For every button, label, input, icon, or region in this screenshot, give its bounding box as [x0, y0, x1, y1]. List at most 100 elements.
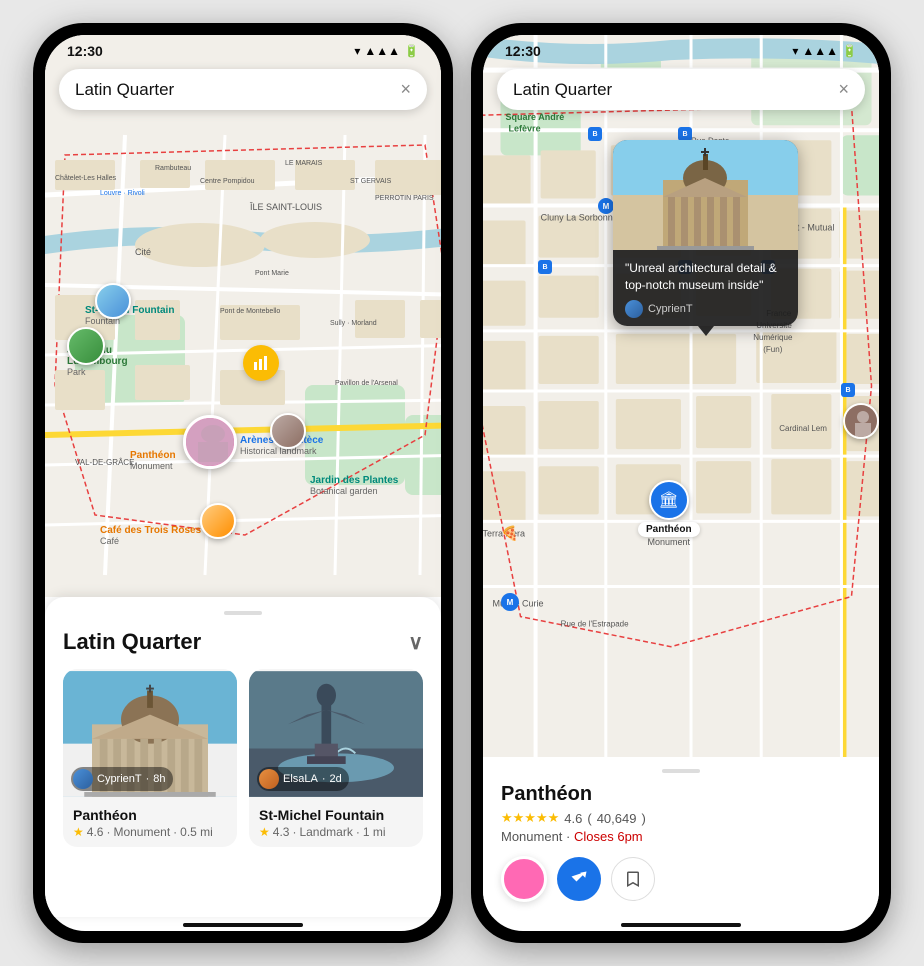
status-icons-right: ▾ ▲▲▲ 🔋: [792, 44, 857, 58]
svg-text:Sully · Morland: Sully · Morland: [330, 320, 377, 327]
card-fountain[interactable]: ElsaLA · 2d St-Michel Fountain ★ 4.3 · L…: [249, 669, 423, 847]
bottom-sheet-left: Latin Quarter ∨: [45, 597, 441, 917]
card-time-pantheon: ·: [146, 773, 150, 785]
map-label-pantheon: Panthéon Monument: [130, 450, 176, 471]
time-left: 12:30: [67, 43, 103, 59]
map-pin-stats[interactable]: [243, 345, 279, 381]
svg-text:Lefèvre: Lefèvre: [509, 123, 541, 133]
card-meta-fountain: ★ 4.3 · Landmark · 1 mi: [259, 825, 413, 839]
search-value-right: Latin Quarter: [513, 80, 612, 100]
pant-rating-value: 4.6: [564, 811, 582, 826]
status-bar-left: 12:30 ▾ ▲▲▲ 🔋: [45, 35, 441, 63]
pantheon-pin-label: Panthéon: [638, 522, 700, 537]
status-icons-left: ▾ ▲▲▲ 🔋: [354, 44, 419, 58]
right-phone: 12:30 ▾ ▲▲▲ 🔋 Latin Quarter ×: [471, 23, 891, 943]
svg-text:Cluny La Sorbonne: Cluny La Sorbonne: [541, 213, 618, 223]
pant-meta: Monument · Closes 6pm: [501, 829, 861, 844]
search-bar-right[interactable]: Latin Quarter ×: [497, 69, 865, 110]
pantheon-map-pin[interactable]: 🏛 Panthéon Monument: [638, 480, 700, 547]
home-indicator-right: [621, 923, 741, 927]
map-pin-pantheon-selected[interactable]: [183, 415, 237, 469]
navigate-button[interactable]: [557, 857, 601, 901]
svg-text:Square André: Square André: [506, 112, 565, 122]
popup-user: CyprienT: [625, 300, 786, 318]
card-img-pantheon: CyprienT · 8h: [63, 669, 237, 799]
popup-username: CyprienT: [648, 303, 693, 315]
svg-text:PERROTIN PARIS: PERROTIN PARIS: [375, 195, 434, 202]
map-pin-fountain[interactable]: [95, 283, 131, 319]
svg-text:Pont de Montebello: Pont de Montebello: [220, 308, 280, 315]
map-pin-cafe[interactable]: [200, 503, 236, 539]
signal-icon-r: ▲▲▲: [802, 44, 838, 58]
card-img-fountain: ElsaLA · 2d: [249, 669, 423, 799]
map-label-jardins-plantes: Jardin des Plantes Botanical garden: [310, 475, 398, 496]
search-value-left: Latin Quarter: [75, 80, 174, 100]
svg-text:ST GERVAIS: ST GERVAIS: [350, 178, 392, 185]
place-cards: CyprienT · 8h Panthéon ★ 4.6 · Monument: [63, 669, 423, 847]
battery-icon: 🔋: [404, 44, 419, 58]
bus-icon-2: B: [678, 127, 692, 141]
map-right[interactable]: Square André Lefèvre Cluny La Sorbonne M…: [483, 35, 879, 757]
pantheon-pin-circle[interactable]: 🏛: [649, 480, 689, 520]
sheet-handle-left: [224, 611, 262, 615]
card-user-badge-pantheon: CyprienT · 8h: [71, 767, 173, 791]
pant-review-count: (: [587, 811, 591, 826]
star-icon-pantheon: ★: [73, 825, 84, 839]
map-label-cafe: Café des Trois Roses Café: [100, 525, 201, 546]
svg-text:Rambuteau: Rambuteau: [155, 165, 191, 172]
svg-text:Pont Marie: Pont Marie: [255, 270, 289, 277]
battery-icon-r: 🔋: [842, 44, 857, 58]
bus-icon-3: B: [538, 260, 552, 274]
card-name-fountain: St-Michel Fountain: [259, 807, 413, 823]
star-icon-fountain: ★: [259, 825, 270, 839]
popup-quote: "Unreal architectural detail & top-notch…: [613, 250, 798, 326]
home-indicator-left: [183, 923, 303, 927]
svg-text:ÎLE SAINT-LOUIS: ÎLE SAINT-LOUIS: [249, 202, 322, 212]
pantheon-bottom-card: Panthéon ★★★★★ 4.6 ( 40,649 ) Monument ·…: [483, 757, 879, 917]
card-user-badge-fountain: ElsaLA · 2d: [257, 767, 349, 791]
map-pin-arenes[interactable]: [270, 413, 306, 449]
pant-handle: [662, 769, 700, 773]
card-username-fountain: ElsaLA: [283, 773, 318, 785]
card-pantheon[interactable]: CyprienT · 8h Panthéon ★ 4.6 · Monument: [63, 669, 237, 847]
svg-text:LE MARAIS: LE MARAIS: [285, 160, 323, 167]
svg-text:Pavillon de l'Arsenal: Pavillon de l'Arsenal: [335, 380, 398, 387]
pantheon-pin-sub: Monument: [648, 537, 691, 547]
card-timeago-fountain: ·: [322, 773, 326, 785]
map-left[interactable]: ÎLE SAINT-LOUIS Cité VAL-DE-GRÂCE Châtel…: [45, 35, 441, 597]
svg-text:Centre Pompidou: Centre Pompidou: [200, 178, 255, 185]
wifi-icon: ▾: [354, 44, 360, 58]
left-phone: 12:30 ▾ ▲▲▲ 🔋 Latin Quarter ×: [33, 23, 453, 943]
card-info-fountain: St-Michel Fountain ★ 4.3 · Landmark · 1 …: [249, 799, 423, 847]
card-meta-pantheon: ★ 4.6 · Monument · 0.5 mi: [73, 825, 227, 839]
svg-text:Rue de l'Estrapade: Rue de l'Estrapade: [561, 620, 629, 629]
svg-text:Cité: Cité: [135, 247, 151, 257]
svg-text:Louvre · Rivoli: Louvre · Rivoli: [100, 190, 145, 197]
signal-icon: ▲▲▲: [364, 44, 400, 58]
metro-icon-cluny: M: [598, 198, 614, 214]
bookmark-button[interactable]: [611, 857, 655, 901]
pant-name: Panthéon: [501, 783, 861, 806]
time-right: 12:30: [505, 43, 541, 59]
pant-rating-row: ★★★★★ 4.6 ( 40,649 ): [501, 810, 861, 826]
bus-icon-6: B: [841, 383, 855, 397]
svg-text:VAL-DE-GRÂCE: VAL-DE-GRÂCE: [75, 458, 134, 467]
svg-text:Châtelet-Les Halles: Châtelet-Les Halles: [55, 175, 117, 182]
card-timeago-pantheon: 8h: [153, 773, 165, 785]
sheet-title-left: Latin Quarter ∨: [63, 629, 423, 655]
bus-icon-1: B: [588, 127, 602, 141]
map-popup-pantheon: "Unreal architectural detail & top-notch…: [613, 140, 798, 336]
search-bar-left[interactable]: Latin Quarter ×: [59, 69, 427, 110]
musee-icon: M: [501, 593, 519, 611]
status-bar-right: 12:30 ▾ ▲▲▲ 🔋: [483, 35, 879, 63]
svg-text:Cardinal Lem: Cardinal Lem: [779, 424, 827, 433]
terra-nera-icon: 🍕: [501, 525, 518, 542]
svg-text:(Fun): (Fun): [763, 345, 782, 354]
card-username-pantheon: CyprienT: [97, 773, 142, 785]
map-pin-luxembourg[interactable]: [67, 327, 105, 365]
chevron-down-icon[interactable]: ∨: [408, 630, 423, 655]
close-search-right[interactable]: ×: [838, 79, 849, 100]
pant-pink-bubble: [501, 856, 547, 902]
close-search-left[interactable]: ×: [400, 79, 411, 100]
card-info-pantheon: Panthéon ★ 4.6 · Monument · 0.5 mi: [63, 799, 237, 847]
